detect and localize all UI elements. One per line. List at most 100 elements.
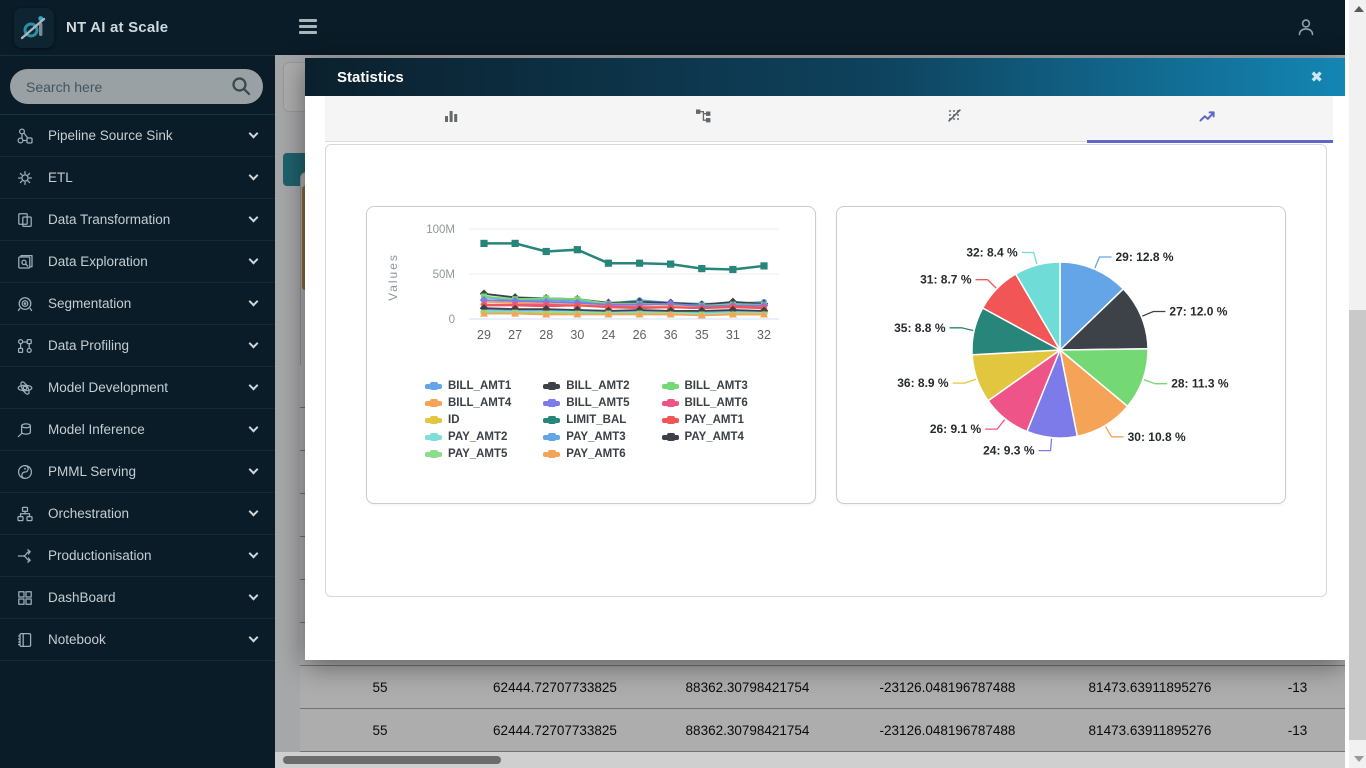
model-inference-icon	[16, 421, 36, 439]
legend-item-pay_amt2[interactable]: PAY_AMT2	[425, 431, 511, 443]
sidebar-item-notebook[interactable]: Notebook	[0, 619, 275, 661]
legend-item-bill_amt1[interactable]: BILL_AMT1	[425, 380, 511, 392]
productionisation-icon	[16, 547, 36, 565]
svg-text:28: 28	[539, 328, 553, 342]
legend-marker	[661, 382, 679, 390]
chevron-down-icon[interactable]	[248, 380, 259, 391]
legend-item-pay_amt5[interactable]: PAY_AMT5	[425, 448, 511, 460]
ai-logo[interactable]	[14, 7, 54, 48]
sidebar-item-label: Data Profiling	[48, 338, 130, 353]
horizontal-scrollbar-thumb[interactable]	[283, 756, 501, 764]
tab-hierarchy-tab[interactable]	[577, 96, 829, 141]
svg-text:31: 31	[726, 328, 740, 342]
hamburger-icon[interactable]	[299, 19, 317, 37]
pie-chart[interactable]: 29: 12.8 % 27: 12.0 % 28: 11.3 % 30: 10.8 %…	[837, 207, 1283, 501]
sidebar-item-data-profiling[interactable]: Data Profiling	[0, 325, 275, 367]
tab-line-chart-tab[interactable]	[1081, 96, 1333, 143]
chevron-down-icon[interactable]	[248, 212, 259, 223]
legend-item-bill_amt5[interactable]: BILL_AMT5	[543, 397, 630, 409]
exploration-icon	[16, 253, 36, 271]
chevron-down-icon[interactable]	[248, 590, 259, 601]
chevron-down-icon[interactable]	[248, 506, 259, 517]
user-icon[interactable]	[1295, 16, 1317, 43]
sidebar-header: NT AI at Scale	[0, 0, 275, 56]
trend-icon	[1197, 106, 1217, 131]
sidebar-item-dashboard[interactable]: DashBoard	[0, 577, 275, 619]
legend-label: BILL_AMT6	[684, 397, 748, 409]
horizontal-scrollbar[interactable]	[275, 752, 1345, 768]
legend-item-bill_amt3[interactable]: BILL_AMT3	[661, 380, 748, 392]
legend-item-limit_bal[interactable]: LIMIT_BAL	[543, 414, 629, 426]
pie-label: 27: 12.0 %	[1169, 305, 1227, 319]
legend-item-id[interactable]: ID	[425, 414, 511, 426]
sidebar-item-label: Model Inference	[48, 422, 145, 437]
sidebar-item-model-inference[interactable]: Model Inference	[0, 409, 275, 451]
sidebar-item-orchestration[interactable]: Orchestration	[0, 493, 275, 535]
charts-panel: 0 50M 100M Values 29 27 28 30 24 26 36 35 31 32 BILL_…	[325, 144, 1327, 597]
close-icon[interactable]: ✖	[1310, 70, 1323, 85]
vertical-scrollbar-thumb[interactable]	[1349, 310, 1366, 740]
legend-marker	[661, 433, 679, 441]
legend-label: BILL_AMT1	[448, 380, 512, 392]
chevron-down-icon[interactable]	[248, 296, 259, 307]
sidebar-item-pmml-serving[interactable]: PMML Serving	[0, 451, 275, 493]
legend-marker	[543, 450, 561, 458]
chevron-down-icon[interactable]	[248, 170, 259, 181]
sidebar-item-productionisation[interactable]: Productionisation	[0, 535, 275, 577]
search-icon[interactable]	[230, 75, 252, 102]
legend-label: PAY_AMT5	[448, 448, 508, 460]
scatter-icon	[945, 106, 965, 131]
pie-label: 32: 8.4 %	[966, 246, 1018, 260]
legend-marker	[543, 399, 561, 407]
pie-label: 28: 11.3 %	[1171, 377, 1229, 391]
sidebar-item-data-exploration[interactable]: Data Exploration	[0, 241, 275, 283]
sidebar-item-label: Data Exploration	[48, 254, 148, 269]
pie-label: 30: 10.8 %	[1128, 430, 1186, 444]
line-chart[interactable]: 0 50M 100M Values 29 27 28 30 24 26 36 35 31 32	[367, 207, 813, 371]
sidebar-item-model-development[interactable]: Model Development	[0, 367, 275, 409]
search-input[interactable]	[10, 69, 263, 104]
legend-label: PAY_AMT4	[684, 431, 744, 443]
pie-label: 26: 9.1 %	[930, 422, 982, 436]
legend-marker	[543, 416, 561, 424]
sidebar-item-pipeline-source-sink[interactable]: Pipeline Source Sink	[0, 115, 275, 157]
sidebar-item-label: Notebook	[48, 632, 106, 647]
tab-scatter-tab[interactable]	[829, 96, 1081, 141]
scroll-up-arrow-icon[interactable]	[1354, 6, 1364, 12]
modal-header: Statistics ✖	[305, 58, 1345, 96]
chevron-down-icon[interactable]	[248, 254, 259, 265]
tab-bar-chart-tab[interactable]	[325, 96, 577, 141]
chevron-down-icon[interactable]	[248, 632, 259, 643]
legend-item-bill_amt6[interactable]: BILL_AMT6	[661, 397, 748, 409]
svg-text:30: 30	[570, 328, 584, 342]
legend-item-bill_amt4[interactable]: BILL_AMT4	[425, 397, 511, 409]
legend-item-pay_amt3[interactable]: PAY_AMT3	[543, 431, 629, 443]
vertical-scrollbar[interactable]	[1345, 0, 1366, 768]
legend-label: PAY_AMT1	[684, 414, 744, 426]
pie-label: 24: 9.3 %	[983, 444, 1035, 458]
legend-label: PAY_AMT3	[566, 431, 626, 443]
chevron-down-icon[interactable]	[248, 548, 259, 559]
sidebar-item-label: DashBoard	[48, 590, 116, 605]
pmml-icon	[16, 463, 36, 481]
sidebar-item-segmentation[interactable]: Segmentation	[0, 283, 275, 325]
legend-label: LIMIT_BAL	[566, 414, 627, 426]
profiling-icon	[16, 337, 36, 355]
legend-item-bill_amt2[interactable]: BILL_AMT2	[543, 380, 630, 392]
legend-marker	[543, 382, 561, 390]
legend-marker	[425, 433, 442, 441]
sidebar-item-data-transformation[interactable]: Data Transformation	[0, 199, 275, 241]
sidebar-item-etl[interactable]: ETL	[0, 157, 275, 199]
legend-item-pay_amt1[interactable]: PAY_AMT1	[661, 414, 748, 426]
chevron-down-icon[interactable]	[248, 128, 259, 139]
chevron-down-icon[interactable]	[248, 338, 259, 349]
chevron-down-icon[interactable]	[248, 422, 259, 433]
pipeline-icon	[16, 127, 36, 145]
chevron-down-icon[interactable]	[248, 464, 259, 475]
legend-item-pay_amt4[interactable]: PAY_AMT4	[661, 431, 748, 443]
legend-label: PAY_AMT6	[566, 448, 626, 460]
legend-item-pay_amt6[interactable]: PAY_AMT6	[543, 448, 629, 460]
bar-chart-icon	[441, 106, 461, 131]
scroll-down-arrow-icon[interactable]	[1354, 756, 1364, 762]
svg-text:27: 27	[508, 328, 522, 342]
